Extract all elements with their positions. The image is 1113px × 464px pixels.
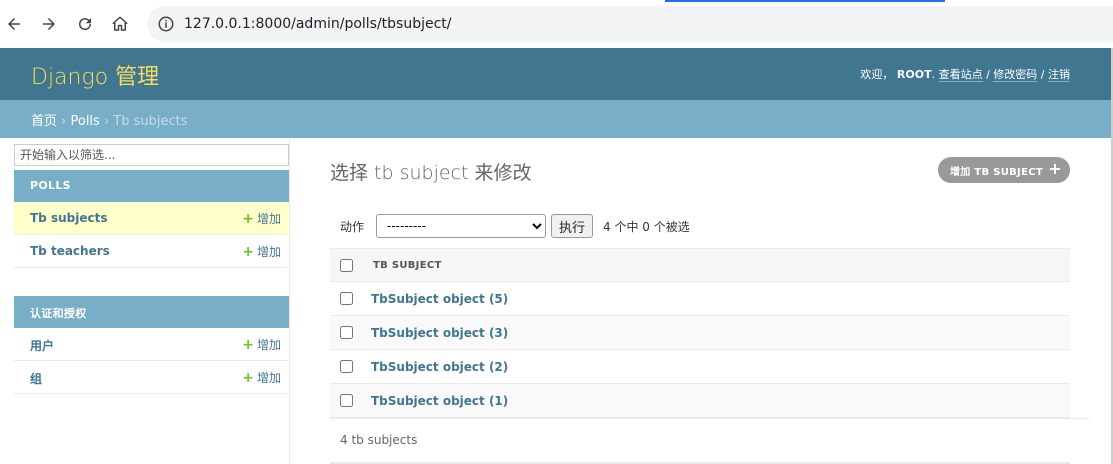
table-header-row: TB SUBJECT <box>330 248 1070 282</box>
module-caption-polls[interactable]: POLLS <box>14 170 289 202</box>
breadcrumb-app[interactable]: Polls <box>70 114 99 129</box>
model-link-tb-teachers[interactable]: Tb teachers <box>30 244 110 258</box>
add-tb-subject-button[interactable]: 增加 TB SUBJECT + <box>938 157 1070 183</box>
module-caption-auth[interactable]: 认证和授权 <box>14 296 289 328</box>
model-link-users[interactable]: 用户 <box>30 337 54 354</box>
table-row: TbSubject object (5) <box>330 281 1070 316</box>
row-link[interactable]: TbSubject object (1) <box>362 383 1070 418</box>
select-all-checkbox[interactable] <box>340 258 353 272</box>
view-site-link[interactable]: 查看站点 <box>938 68 983 82</box>
plus-icon: + <box>242 210 254 227</box>
row-checkbox[interactable] <box>340 292 353 305</box>
row-checkbox[interactable] <box>340 326 353 339</box>
row-checkbox[interactable] <box>340 360 353 373</box>
sidebar-item-tb-subjects[interactable]: Tb subjects + 增加 <box>14 202 289 235</box>
actions-bar: 动作 --------- 执行 4 个中 0 个被选 <box>330 210 1070 242</box>
column-header-tb-subject[interactable]: TB SUBJECT <box>362 248 1070 282</box>
add-group-link[interactable]: + 增加 <box>242 369 281 386</box>
site-branding[interactable]: Django 管理 <box>31 59 159 91</box>
module-auth: 认证和授权 用户 + 增加 组 + 增加 <box>14 296 289 394</box>
breadcrumb-current: Tb subjects <box>113 114 188 129</box>
model-link-tb-subjects[interactable]: Tb subjects <box>30 211 107 225</box>
model-link-groups[interactable]: 组 <box>30 370 42 387</box>
row-link[interactable]: TbSubject object (2) <box>362 349 1070 384</box>
add-tb-subject-link[interactable]: + 增加 <box>242 210 281 227</box>
url-text[interactable]: 127.0.0.1:8000/admin/polls/tbsubject/ <box>184 16 452 32</box>
table-row: TbSubject object (3) <box>330 315 1070 350</box>
sidebar-item-groups[interactable]: 组 + 增加 <box>14 361 289 394</box>
user-tools: 欢迎， ROOT. 查看站点 / 修改密码 / 注销 <box>860 68 1070 82</box>
table-row: TbSubject object (1) <box>330 383 1070 418</box>
breadcrumb-home[interactable]: 首页 <box>31 114 57 129</box>
forward-icon[interactable] <box>37 12 61 36</box>
site-header: Django 管理 欢迎， ROOT. 查看站点 / 修改密码 / 注销 <box>0 48 1111 100</box>
sidebar-item-tb-teachers[interactable]: Tb teachers + 增加 <box>14 235 289 268</box>
action-label: 动作 <box>340 219 365 234</box>
site-info-icon[interactable] <box>157 15 175 33</box>
back-icon[interactable] <box>2 12 26 36</box>
row-checkbox[interactable] <box>340 394 353 407</box>
module-polls: POLLS Tb subjects + 增加 Tb teachers + 增加 <box>14 170 289 268</box>
breadcrumb: 首页 › Polls › Tb subjects <box>0 100 1111 138</box>
page-title: 选择 tb subject 来修改 <box>330 162 532 184</box>
result-list-table: TB SUBJECT TbSubject object (5) TbSubjec… <box>330 248 1070 418</box>
username: ROOT <box>896 68 932 81</box>
plus-icon: + <box>242 369 254 386</box>
home-icon[interactable] <box>108 12 132 36</box>
nav-filter-input[interactable] <box>14 144 289 166</box>
selection-counter: 4 个中 0 个被选 <box>603 219 690 234</box>
tab-indicator <box>665 0 945 2</box>
add-tb-teacher-link[interactable]: + 增加 <box>242 243 281 260</box>
nav-sidebar: POLLS Tb subjects +增加 Tb teachers +增加 认证… <box>0 138 290 464</box>
row-link[interactable]: TbSubject object (5) <box>362 281 1070 316</box>
change-password-link[interactable]: 修改密码 <box>993 68 1038 82</box>
paginator: 4 tb subjects <box>330 418 1090 460</box>
welcome-text: 欢迎， <box>860 68 894 81</box>
address-bar[interactable]: 127.0.0.1:8000/admin/polls/tbsubject/ <box>147 6 1113 42</box>
add-user-link[interactable]: + 增加 <box>242 336 281 353</box>
sidebar-item-users[interactable]: 用户 + 增加 <box>14 328 289 361</box>
action-select[interactable]: --------- <box>376 214 547 238</box>
go-button[interactable]: 执行 <box>551 214 594 238</box>
browser-toolbar: 127.0.0.1:8000/admin/polls/tbsubject/ <box>0 0 1113 48</box>
row-link[interactable]: TbSubject object (3) <box>362 315 1070 350</box>
table-row: TbSubject object (2) <box>330 349 1070 384</box>
logout-link[interactable]: 注销 <box>1048 68 1070 82</box>
plus-icon: + <box>242 243 254 260</box>
plus-icon: + <box>242 336 254 353</box>
reload-icon[interactable] <box>73 12 97 36</box>
plus-icon: + <box>1048 159 1062 178</box>
